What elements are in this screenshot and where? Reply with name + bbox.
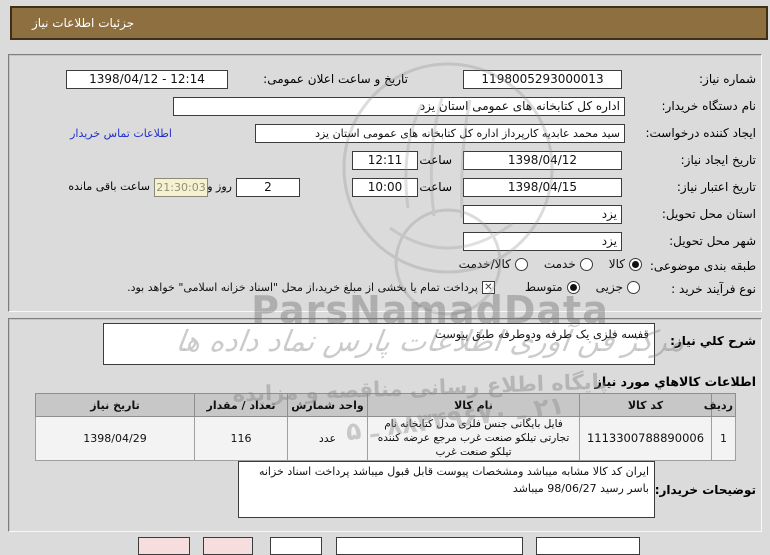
delivery-city-field[interactable]: یزد (463, 232, 622, 251)
created-date-field[interactable]: 1398/04/12 (463, 151, 622, 170)
radio-icon[interactable] (514, 257, 528, 271)
need-number-label: شماره نیاز: (699, 72, 756, 86)
cell-item-code: 1113300788890006 (579, 416, 712, 461)
validity-time-field[interactable]: 10:00 (352, 178, 418, 197)
process-type-options: جزیی متوسط پرداخت تمام یا بخشی از مبلغ خ… (117, 280, 640, 294)
buyer-notes-field[interactable]: ایران کد کالا مشابه میباشد ومشخصات پیوست… (238, 461, 655, 518)
items-section-heading: اطلاعات کالاهاي مورد نیاز (594, 374, 756, 389)
remaining-days-field[interactable]: 2 (236, 178, 300, 197)
validity-date-field[interactable]: 1398/04/15 (463, 178, 622, 197)
radio-label: خدمت (543, 257, 576, 271)
footer-button-4[interactable] (336, 537, 523, 555)
cell-unit: عدد (287, 416, 368, 461)
created-hour-label: ساعت (419, 153, 452, 167)
classification-option-service[interactable]: خدمت (544, 257, 593, 271)
announce-datetime-field[interactable]: 1398/04/12 - 12:14 (66, 70, 228, 89)
treasury-payment-text: پرداخت تمام یا بخشی از مبلغ خرید،از محل … (127, 280, 478, 294)
radio-label: متوسط (524, 280, 563, 294)
cell-quantity: 116 (194, 416, 288, 461)
created-date-label: تاریخ ایجاد نیاز: (680, 153, 756, 167)
need-details-page: جزئیات اطلاعات نیاز شماره نیاز: 11980052… (0, 0, 770, 555)
hours-remaining-label: ساعت باقی مانده (68, 180, 150, 193)
need-number-field[interactable]: 1198005293000013 (463, 70, 622, 89)
page-title: جزئیات اطلاعات نیاز (32, 16, 135, 30)
announce-datetime-label: تاریخ و ساعت اعلان عمومی: (263, 72, 408, 86)
radio-label: جزیی (595, 280, 623, 294)
validity-date-label: تاریخ اعتبار نیاز: (676, 180, 756, 194)
buyer-org-field[interactable]: اداره کل کتابخانه های عمومی استان یزد (173, 97, 625, 116)
process-option-partial[interactable]: جزیی (596, 280, 640, 294)
buyer-org-label: نام دستگاه خریدار: (661, 99, 757, 113)
col-header-need-date: تاریخ نیاز (35, 393, 195, 417)
need-description-label: شرح کلي نیاز: (670, 334, 756, 348)
process-type-label: نوع فرآیند خرید : (671, 282, 756, 296)
col-header-unit: واحد شمارش (287, 393, 368, 417)
classification-label: طبقه بندی موضوعی: (649, 259, 756, 273)
delivery-province-label: استان محل تحویل: (661, 207, 756, 221)
process-option-medium[interactable]: متوسط (525, 280, 580, 294)
footer-button-3[interactable] (270, 537, 322, 555)
request-creator-label: ایجاد کننده درخواست: (645, 126, 756, 140)
delivery-city-label: شهر محل تحویل: (669, 234, 756, 248)
radio-icon[interactable] (629, 257, 642, 271)
col-header-quantity: تعداد / مقدار (194, 393, 288, 417)
col-header-item-code: کد کالا (579, 393, 712, 417)
radio-icon[interactable] (579, 257, 593, 271)
footer-button-1[interactable] (138, 537, 190, 555)
created-time-field[interactable]: 12:11 (352, 151, 418, 170)
footer-button-5[interactable] (536, 537, 640, 555)
classification-option-goods-service[interactable]: کالا/خدمت (459, 257, 528, 271)
items-table-header-row: ردیف کد کالا نام کالا واحد شمارش تعداد /… (35, 393, 736, 417)
radio-label: کالا/خدمت (458, 257, 511, 271)
radio-label: کالا (608, 257, 625, 271)
checked-checkbox-icon[interactable] (481, 280, 495, 294)
radio-icon[interactable] (566, 280, 580, 294)
footer-button-2[interactable] (203, 537, 253, 555)
classification-options: کالا خدمت کالا/خدمت (449, 257, 642, 271)
request-creator-field[interactable]: سید محمد عابدیه کارپرداز اداره کل کتابخا… (255, 124, 625, 143)
cell-need-date: 1398/04/29 (35, 416, 195, 461)
table-row: 1 1113300788890006 فایل بایگانی جنس فلزی… (35, 416, 736, 461)
radio-icon[interactable] (627, 280, 640, 294)
page-title-bar: جزئیات اطلاعات نیاز (10, 6, 768, 40)
need-description-field[interactable]: قفسه فلزی یک طرفه ودوطرفه طبق پیوست (103, 323, 655, 365)
delivery-province-field[interactable]: یزد (463, 205, 622, 224)
cell-row-number: 1 (711, 416, 736, 461)
col-header-row-number: ردیف (704, 393, 736, 417)
buyer-contact-link[interactable]: اطلاعات تماس خریدار (70, 127, 172, 140)
countdown-timer: 21:30:03 (154, 178, 208, 197)
days-and-label: روز و (207, 180, 232, 193)
validity-hour-label: ساعت (419, 180, 452, 194)
items-table: ردیف کد کالا نام کالا واحد شمارش تعداد /… (35, 393, 736, 461)
classification-option-goods[interactable]: کالا (609, 257, 642, 271)
cell-item-name: فایل بایگانی جنس فلزی مدل کتابخانه نام ت… (367, 416, 580, 461)
treasury-payment-option[interactable]: پرداخت تمام یا بخشی از مبلغ خرید،از محل … (127, 280, 495, 294)
col-header-item-name: نام کالا (367, 393, 580, 417)
buyer-notes-label: توضیحات خریدار: (654, 483, 756, 497)
